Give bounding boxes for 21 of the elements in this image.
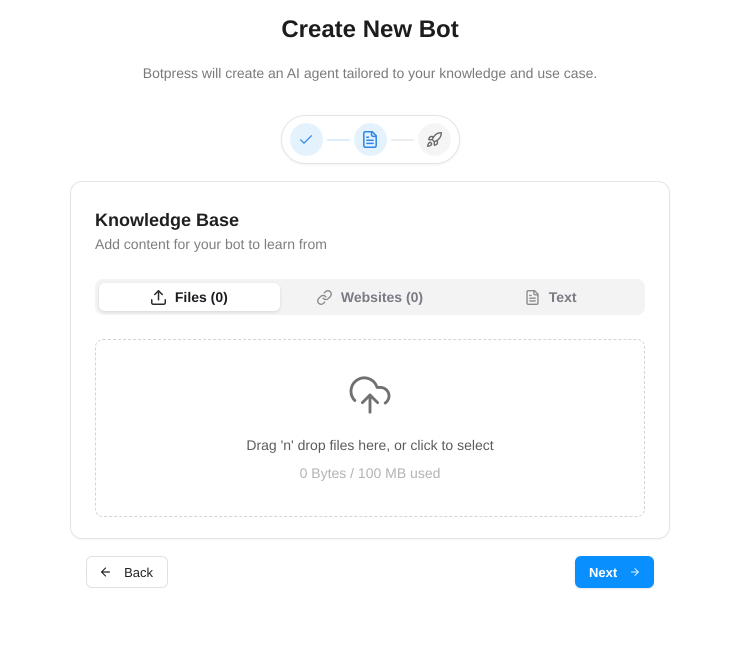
link-icon [316,290,332,304]
step-connector [326,138,350,140]
source-tab[interactable]: Files (0) [99,283,280,311]
document-icon [363,131,377,148]
card-title: Knowledge Base [95,209,240,232]
back-button[interactable]: Back [86,556,168,588]
upload-icon [150,290,166,304]
file-dropzone[interactable]: Drag 'n' drop files here, or click to select 0 Bytes / 100 MB used [95,339,645,517]
source-tab[interactable]: Text [460,283,641,311]
page-subtitle: Botpress will create an AI agent tailored to your knowledge and use case. [142,64,598,83]
source-tab[interactable]: Websites (0) [280,283,460,311]
card-subtitle: Add content for your bot to learn from [95,235,328,254]
cloud-upload-icon [349,376,391,414]
arrow-right-icon [631,566,639,578]
rocket-icon [426,132,442,147]
page-title: Create New Bot [281,16,459,44]
check-icon [300,135,312,144]
arrow-left-icon [101,566,110,578]
document-icon [524,290,540,304]
dropzone-prompt: Drag 'n' drop files here, or click to select [246,436,494,455]
storage-usage: 0 Bytes / 100 MB used [300,464,440,483]
